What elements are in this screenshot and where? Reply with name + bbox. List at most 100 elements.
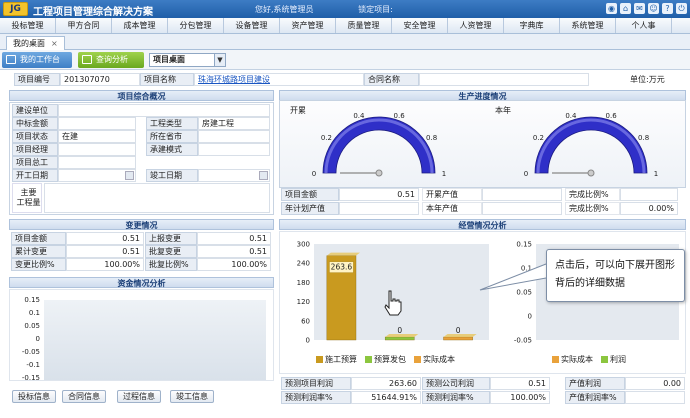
- menu-item-quality[interactable]: 质量管理: [336, 18, 392, 33]
- field-label: 项目总工: [12, 156, 58, 169]
- field-value: 0.00: [625, 377, 685, 390]
- legend-item: 施工预算: [316, 354, 357, 365]
- tab-my-desktop[interactable]: 我的桌面 ×: [6, 36, 65, 50]
- field-value: [198, 143, 270, 156]
- funds-section-title: 资金情况分析: [9, 277, 274, 288]
- field-label: 工程类型: [146, 117, 198, 130]
- menu-item-safety[interactable]: 安全管理: [392, 18, 448, 33]
- field-label: 完成比例%: [565, 202, 620, 215]
- bid-info-button[interactable]: 投标信息: [12, 390, 56, 403]
- field-label: 上报变更: [145, 232, 197, 245]
- query-analysis-button[interactable]: 查询分析: [78, 52, 144, 68]
- profit-summary-table: 预测项目利润 263.60 预测公司利润 0.51 产值利润 0.00 预测利润…: [279, 377, 686, 405]
- locked-project-label[interactable]: 锁定项目:: [358, 5, 393, 14]
- field-label: 年计划产值: [281, 202, 339, 215]
- field-label: 开工日期: [12, 169, 58, 182]
- operation-section-title: 经营情况分析: [279, 219, 686, 230]
- legend-label: 实际成本: [561, 355, 593, 364]
- field-label: 完成比例%: [565, 188, 620, 201]
- my-workbench-label: 我的工作台: [20, 55, 60, 64]
- menu-item-personal[interactable]: 个人事: [616, 18, 672, 33]
- mail-icon[interactable]: ✉: [634, 3, 645, 14]
- tab-label: 我的桌面: [13, 39, 45, 48]
- field-value: 0.00%: [620, 202, 678, 215]
- calendar-icon[interactable]: [259, 171, 268, 180]
- contract-name-label: 合同名称: [364, 73, 419, 86]
- end-date-field[interactable]: [198, 169, 270, 182]
- field-value: 263.60: [351, 377, 421, 390]
- field-value: [58, 117, 136, 130]
- lock-icon[interactable]: ◉: [606, 3, 617, 14]
- field-value: 0.51: [66, 245, 144, 258]
- desktop-select[interactable]: 项目桌面 ▼: [149, 53, 226, 67]
- main-quantity-textarea[interactable]: [44, 183, 270, 213]
- home-icon[interactable]: ⌂: [620, 3, 631, 14]
- funds-y-tick: 0.15: [24, 296, 40, 304]
- data-label: 0: [397, 326, 402, 335]
- project-code-value: 201307070: [60, 73, 140, 86]
- y-tick-label: 60: [301, 317, 310, 325]
- help-icon[interactable]: ?: [662, 3, 673, 14]
- field-value: 在建: [58, 130, 136, 143]
- start-date-field[interactable]: [58, 169, 136, 182]
- legend-label: 利润: [610, 355, 626, 364]
- menu-item-subcontract[interactable]: 分包管理: [168, 18, 224, 33]
- field-value: [482, 202, 562, 215]
- field-value: 0.51: [490, 377, 550, 390]
- field-label: 本年产值: [422, 202, 482, 215]
- field-label: 承建模式: [146, 143, 198, 156]
- chevron-down-icon[interactable]: ▼: [214, 54, 225, 66]
- gauge-cumulative: 0 0.2 0.4 0.6 0.8 1: [312, 112, 446, 178]
- field-label: 预测项目利润: [281, 377, 351, 390]
- gauges-svg: 0 0.2 0.4 0.6 0.8 1 0 0.2 0.4 0.6 0.8 1: [312, 112, 658, 178]
- field-label: 产值利润率%: [565, 391, 625, 404]
- menu-item-cost[interactable]: 成本管理: [112, 18, 168, 33]
- field-label: 变更比例%: [11, 258, 66, 271]
- desktop-select-value: 项目桌面: [153, 55, 185, 64]
- gauge-tick-label: 0: [524, 170, 528, 178]
- gauge-tick-label: 0.8: [426, 134, 437, 142]
- menu-item-bidding[interactable]: 投标管理: [0, 18, 56, 33]
- y-tick-label: -0.05: [514, 337, 532, 345]
- legend-item: 实际成本: [414, 354, 455, 365]
- welcome-area: 您好,系统管理员 锁定项目:: [255, 4, 435, 15]
- gauge-tick-label: 0.2: [533, 134, 544, 142]
- gauge-tick-label: 0.6: [394, 112, 406, 120]
- contract-info-button[interactable]: 合同信息: [62, 390, 106, 403]
- process-info-button[interactable]: 过程信息: [117, 390, 161, 403]
- query-analysis-label: 查询分析: [96, 55, 128, 64]
- gauge-tick-label: 0: [312, 170, 316, 178]
- menu-item-system[interactable]: 系统管理: [560, 18, 616, 33]
- gauge-tick-label: 0.4: [353, 112, 365, 120]
- completion-info-button[interactable]: 竣工信息: [170, 390, 214, 403]
- field-label: 项目金额: [281, 188, 339, 201]
- menu-item-assets[interactable]: 资产管理: [280, 18, 336, 33]
- user-icon[interactable]: ☺: [648, 3, 659, 14]
- close-icon[interactable]: ×: [51, 39, 58, 48]
- bar-top: [326, 252, 360, 256]
- field-value: 100.00%: [490, 391, 550, 404]
- menu-item-dictionary[interactable]: 字典库: [504, 18, 560, 33]
- gauge-hub: [587, 169, 595, 177]
- y-tick-label: 240: [297, 260, 310, 268]
- calendar-icon[interactable]: [125, 171, 134, 180]
- funds-chart-area: [44, 300, 266, 380]
- contract-name-value: [419, 73, 589, 86]
- menu-item-hr[interactable]: 人资管理: [448, 18, 504, 33]
- project-name-link[interactable]: 珠海环城路项目建设: [194, 73, 364, 86]
- overview-panel: 建设单位 中标金额 工程类型 房建工程 项目状态 在建 所在省市 项目经理 承建…: [9, 102, 274, 215]
- y-tick-label: 0: [306, 337, 310, 345]
- menu-item-equipment[interactable]: 设备管理: [224, 18, 280, 33]
- field-value: [198, 130, 270, 143]
- power-icon[interactable]: ⏻: [676, 3, 687, 14]
- gauge-arc: [534, 116, 648, 174]
- funds-y-tick: -0.15: [21, 374, 40, 382]
- menu-item-owner-contract[interactable]: 甲方合同: [56, 18, 112, 33]
- my-workbench-button[interactable]: 我的工作台: [2, 52, 72, 68]
- field-value: 0.51: [339, 188, 419, 201]
- field-label: 竣工日期: [146, 169, 198, 182]
- gauge-tick-label: 0.6: [606, 112, 618, 120]
- field-label: 中标金额: [12, 117, 58, 130]
- legend-item: 预算发包: [365, 354, 406, 365]
- field-label: 产值利润: [565, 377, 625, 390]
